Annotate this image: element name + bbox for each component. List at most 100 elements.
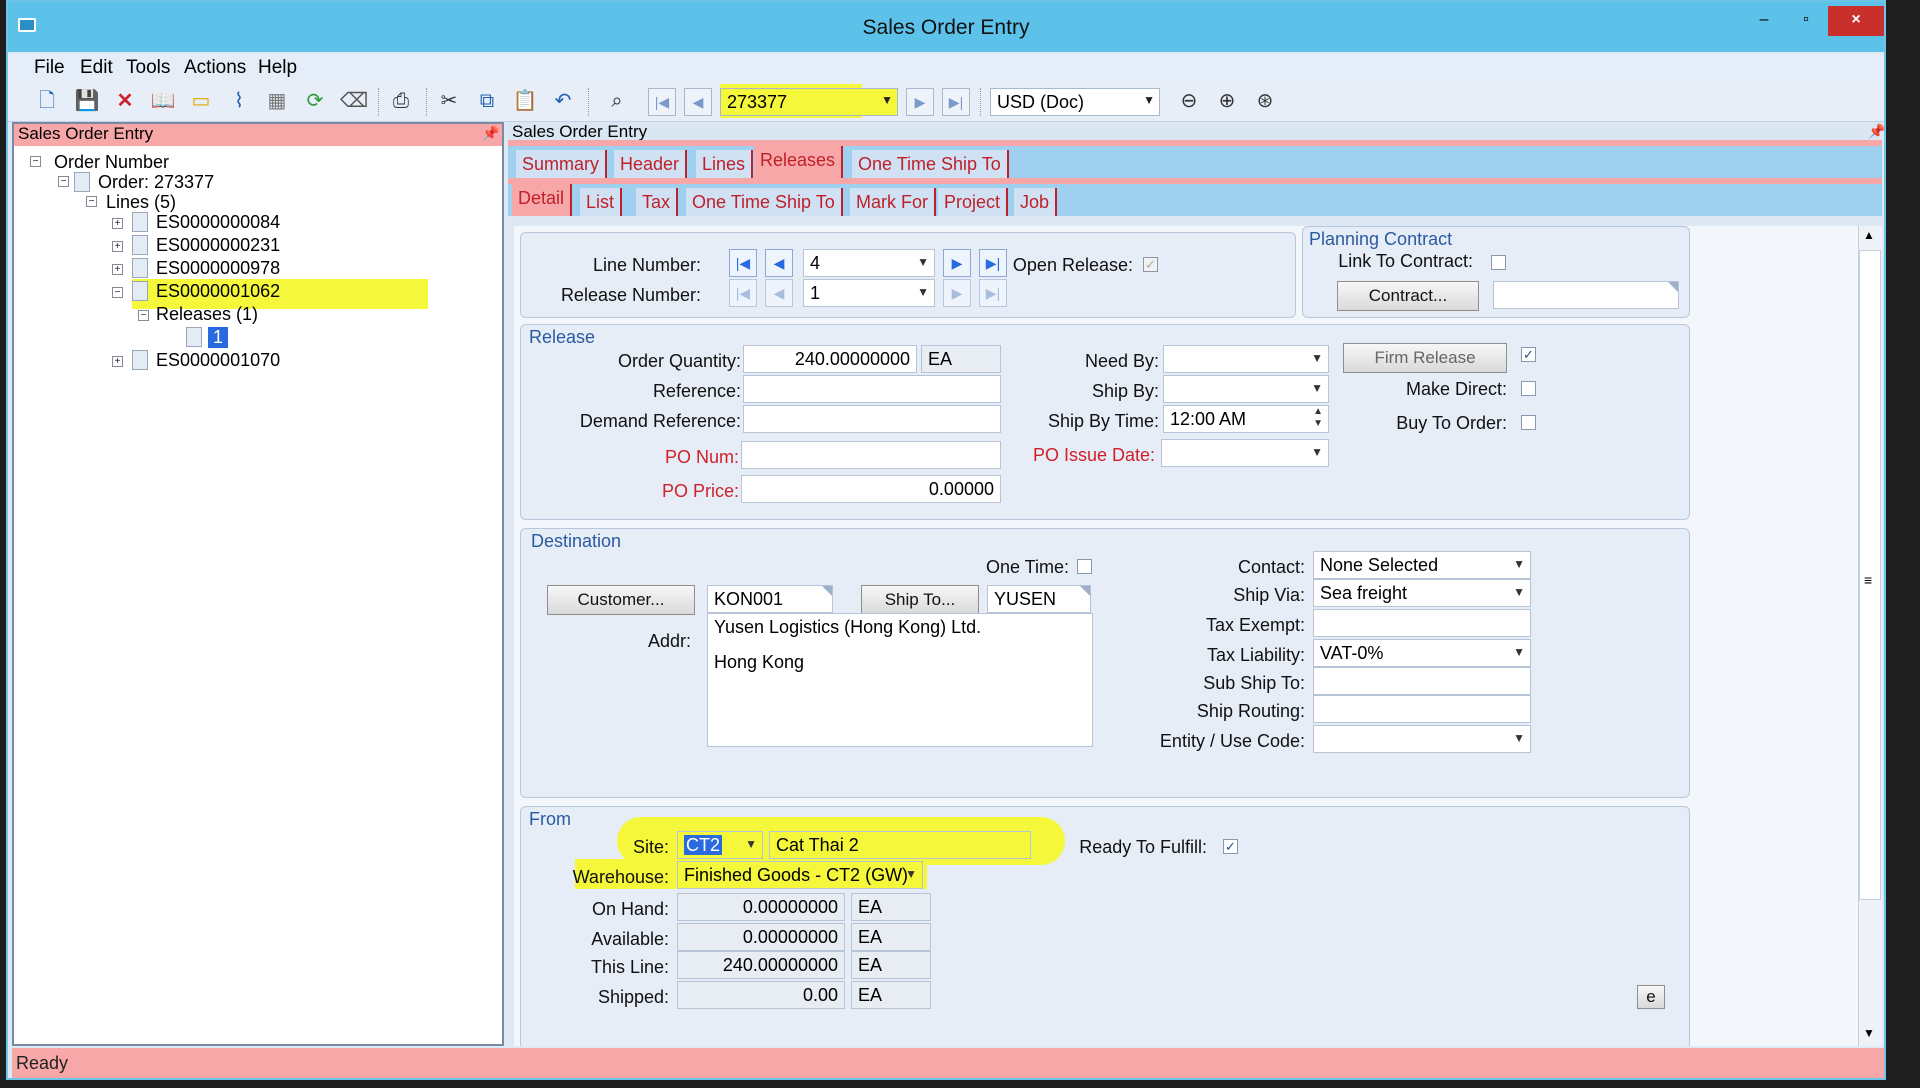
clip-icon[interactable]: ▦ [264, 88, 290, 114]
expand-icon[interactable]: + [112, 264, 123, 275]
tree-order[interactable]: Order: 273377 [98, 172, 214, 193]
contact-field[interactable]: None Selected ▼ [1313, 551, 1531, 579]
ship-by-field[interactable]: ▼ [1163, 375, 1329, 403]
demand-reference-field[interactable] [743, 405, 1001, 433]
tree-line-item[interactable]: ES0000000084 [156, 212, 280, 233]
po-price-field[interactable]: 0.00000 [741, 475, 1001, 503]
maximize-button[interactable]: ▫ [1786, 6, 1826, 36]
customer-button[interactable]: Customer... [547, 585, 695, 615]
eraser-icon[interactable]: ⌫ [340, 88, 368, 114]
prev-release-icon[interactable]: ◀ [765, 279, 793, 307]
chevron-down-icon[interactable]: ▼ [917, 255, 929, 269]
expand-icon[interactable]: + [112, 356, 123, 367]
address-box[interactable]: Yusen Logistics (Hong Kong) Ltd. Hong Ko… [707, 613, 1093, 747]
back-icon[interactable]: ⊖ [1176, 88, 1202, 114]
next-record-icon[interactable]: ▶ [906, 88, 934, 116]
collapse-icon[interactable]: − [30, 156, 41, 167]
collapse-icon[interactable]: − [138, 310, 149, 321]
paste-icon[interactable]: 📋 [512, 88, 538, 114]
tab-tax[interactable]: Tax [636, 188, 679, 216]
ship-via-field[interactable]: Sea freight ▼ [1313, 579, 1531, 607]
scroll-down-icon[interactable]: ▼ [1863, 1026, 1875, 1040]
chevron-down-icon[interactable]: ▼ [1513, 645, 1525, 659]
vertical-scrollbar[interactable]: ▲ ≡ ▼ [1858, 226, 1882, 1046]
currency-combo[interactable]: USD (Doc) ▼ [990, 88, 1160, 116]
refresh-icon[interactable]: ⟳ [302, 88, 328, 114]
tree-lines[interactable]: Lines (5) [106, 192, 176, 213]
last-release-icon[interactable]: ▶| [979, 279, 1007, 307]
menu-edit[interactable]: Edit [80, 57, 113, 79]
tab-one-time-ship-to[interactable]: One Time Ship To [852, 150, 1009, 178]
contract-field[interactable] [1493, 281, 1679, 309]
next-line-icon[interactable]: ▶ [943, 249, 971, 277]
ship-by-time-field[interactable]: 12:00 AM ▲ ▼ [1163, 405, 1329, 433]
home-icon[interactable]: ⊛ [1252, 88, 1278, 114]
tab-list[interactable]: List [580, 188, 623, 216]
firm-release-checkbox[interactable]: ✓ [1521, 347, 1536, 362]
entity-use-code-field[interactable]: ▼ [1313, 725, 1531, 753]
tax-exempt-field[interactable] [1313, 609, 1531, 637]
tab-detail[interactable]: Detail [512, 184, 573, 216]
ship-to-field[interactable]: YUSEN [987, 585, 1091, 613]
close-button[interactable]: × [1828, 6, 1884, 36]
menu-file[interactable]: File [34, 57, 65, 79]
ship-routing-field[interactable] [1313, 695, 1531, 723]
tree-root[interactable]: Order Number [54, 152, 169, 173]
cut-icon[interactable]: ✂ [436, 88, 462, 114]
tree-releases[interactable]: Releases (1) [156, 304, 258, 325]
chevron-down-icon[interactable]: ▼ [745, 837, 757, 851]
tab-releases[interactable]: Releases [754, 146, 844, 178]
tree-release-item[interactable]: 1 [208, 327, 229, 348]
chevron-down-icon[interactable]: ▼ [1311, 445, 1323, 459]
chevron-down-icon[interactable]: ▼ [905, 867, 917, 881]
pin-icon[interactable]: 📌 [1868, 123, 1884, 140]
tree-line-item[interactable]: ES0000000231 [156, 235, 280, 256]
first-line-icon[interactable]: |◀ [729, 249, 757, 277]
tab-one-time-ship-to-2[interactable]: One Time Ship To [686, 188, 843, 216]
line-number-field[interactable]: 4 ▼ [803, 249, 935, 277]
expand-icon[interactable]: + [112, 218, 123, 229]
next-release-icon[interactable]: ▶ [943, 279, 971, 307]
e-button[interactable]: e [1637, 985, 1665, 1009]
chevron-down-icon[interactable]: ▼ [881, 93, 893, 107]
tree-line-item[interactable]: ES0000001070 [156, 350, 280, 371]
first-record-icon[interactable]: |◀ [648, 88, 676, 116]
pin-icon[interactable]: 📌 [482, 125, 499, 142]
attach-icon[interactable]: ⌇ [226, 88, 252, 114]
contract-button[interactable]: Contract... [1337, 281, 1479, 311]
make-direct-checkbox[interactable] [1521, 381, 1536, 396]
minimize-button[interactable]: – [1744, 6, 1784, 36]
chevron-down-icon[interactable]: ▼ [1513, 731, 1525, 745]
chevron-down-icon[interactable]: ▼ [1143, 93, 1155, 107]
site-field[interactable]: CT2 ▼ [677, 831, 763, 859]
expand-icon[interactable]: + [112, 241, 123, 252]
prev-line-icon[interactable]: ◀ [765, 249, 793, 277]
reference-field[interactable] [743, 375, 1001, 403]
customer-field[interactable]: KON001 [707, 585, 833, 613]
sub-ship-to-field[interactable] [1313, 667, 1531, 695]
need-by-field[interactable]: ▼ [1163, 345, 1329, 373]
link-to-contract-checkbox[interactable] [1491, 255, 1506, 270]
book-icon[interactable]: 📖 [150, 88, 176, 114]
menu-actions[interactable]: Actions [184, 57, 246, 79]
binoculars-icon[interactable]: ⌕ [604, 88, 630, 114]
tree-line-item-selected[interactable]: ES0000001062 [156, 281, 280, 302]
menu-help[interactable]: Help [258, 57, 297, 79]
order-quantity-field[interactable]: 240.00000000 [743, 345, 917, 373]
last-line-icon[interactable]: ▶| [979, 249, 1007, 277]
tree-line-item[interactable]: ES0000000978 [156, 258, 280, 279]
spinner-icon[interactable]: ▲ ▼ [1313, 406, 1323, 430]
forward-icon[interactable]: ⊕ [1214, 88, 1240, 114]
chevron-down-icon[interactable]: ▼ [1513, 557, 1525, 571]
tab-job[interactable]: Job [1014, 188, 1058, 216]
folder-icon[interactable]: ▭ [188, 88, 214, 114]
chevron-down-icon[interactable]: ▼ [1311, 381, 1323, 395]
tab-lines[interactable]: Lines [696, 150, 754, 178]
menu-tools[interactable]: Tools [126, 57, 170, 79]
new-icon[interactable]: 🗋 [34, 88, 60, 114]
scroll-up-icon[interactable]: ▲ [1863, 228, 1875, 242]
open-release-checkbox[interactable]: ✓ [1143, 257, 1158, 272]
print-icon[interactable]: ⎙ [388, 88, 414, 114]
copy-icon[interactable]: ⧉ [474, 88, 500, 114]
po-issue-date-field[interactable]: ▼ [1161, 439, 1329, 467]
